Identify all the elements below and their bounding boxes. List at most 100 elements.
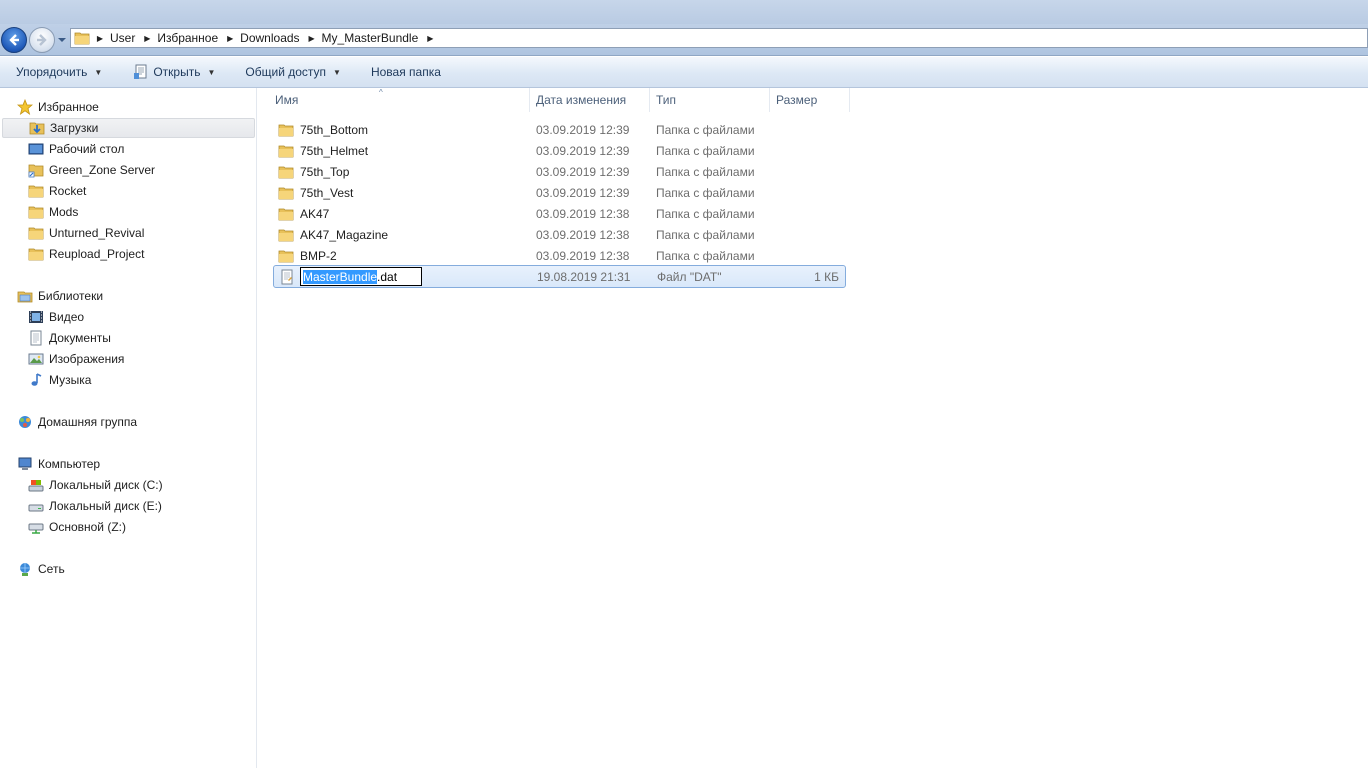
file-name: 75th_Vest [300,185,354,200]
sidebar-item-label: Видео [49,310,85,324]
file-date: 03.09.2019 12:38 [536,206,630,221]
breadcrumb-favorites[interactable]: Избранное [153,31,224,45]
column-label: Дата изменения [536,93,627,107]
sidebar-group-label: Библиотеки [38,289,104,303]
sidebar-item-rocket[interactable]: Rocket [28,181,86,201]
file-row[interactable]: AK47_Magazine 03.09.2019 12:38 Папка с ф… [273,224,846,245]
sidebar-item-label: Локальный диск (E:) [49,499,162,513]
file-date: 03.09.2019 12:39 [536,143,630,158]
breadcrumb-my-masterbundle[interactable]: My_MasterBundle [318,31,425,45]
file-name: AK47 [300,206,330,221]
sidebar-group-homegroup[interactable]: Домашняя группа [17,412,137,432]
file-row-selected[interactable]: MasterBundle .dat 19.08.2019 21:31 Файл "… [273,265,846,288]
video-icon [29,311,43,323]
sidebar-item-label: Green_Zone Server [49,163,156,177]
folder-icon [278,166,294,178]
sidebar-item-downloads[interactable]: Загрузки [2,118,255,138]
organize-button[interactable]: Упорядочить ▼ [9,60,109,84]
file-row[interactable]: 75th_Vest 03.09.2019 12:39 Папка с файла… [273,182,846,203]
chevron-down-icon: ▼ [207,67,216,77]
breadcrumb-downloads[interactable]: Downloads [236,31,305,45]
sidebar-item-label: Рабочий стол [49,142,125,156]
column-header-name[interactable]: ^ Имя [257,88,530,112]
column-label: Размер [776,93,818,107]
sidebar-item-documents[interactable]: Документы [28,328,111,348]
address-bar[interactable]: ▶ User ▶ Избранное ▶ Downloads ▶ My_Mast… [70,28,1368,48]
column-header-type[interactable]: Тип [650,88,770,112]
network-icon [20,563,30,576]
open-button[interactable]: Открыть ▼ [126,60,222,84]
file-type: Папка с файлами [656,248,755,263]
new-folder-button[interactable]: Новая папка [364,60,448,84]
sidebar-group-network[interactable]: Сеть [17,559,65,579]
share-button[interactable]: Общий доступ ▼ [238,60,348,84]
file-date: 03.09.2019 12:39 [536,164,630,179]
file-row[interactable]: 75th_Bottom 03.09.2019 12:39 Папка с фай… [273,119,846,140]
folder-icon [28,227,44,240]
dat-file-icon [281,269,293,284]
sidebar-item-label: Локальный диск (C:) [49,478,163,492]
sidebar-item-video[interactable]: Видео [28,307,84,327]
sidebar-item-mods[interactable]: Mods [28,202,78,222]
sidebar-item-music[interactable]: Музыка [28,370,91,390]
sidebar-item-reupload-project[interactable]: Reupload_Project [28,244,144,264]
sidebar-item-pictures[interactable]: Изображения [28,349,124,369]
file-type: Файл "DAT" [657,269,722,284]
file-row[interactable]: BMP-2 03.09.2019 12:38 Папка с файлами [273,245,846,266]
file-date: 03.09.2019 12:39 [536,122,630,137]
sidebar-group-label: Избранное [38,100,99,114]
file-row[interactable]: 75th_Top 03.09.2019 12:39 Папка с файлам… [273,161,846,182]
navigation-pane: Избранное Загрузки Рабочий стол Green_Zo… [0,88,257,768]
file-list: ^ Имя Дата изменения Тип Размер 75th_Bot… [257,88,1368,768]
sidebar-item-drive-e[interactable]: Локальный диск (E:) [28,496,162,516]
file-date: 19.08.2019 21:31 [537,269,631,284]
column-header-size[interactable]: Размер [770,88,850,112]
column-header-date[interactable]: Дата изменения [530,88,650,112]
arrow-left-icon [9,34,19,46]
breadcrumb-separator-icon[interactable]: ▶ [424,34,436,43]
sidebar-group-computer[interactable]: Компьютер [17,454,100,474]
file-type: Папка с файлами [656,185,755,200]
arrow-right-icon [37,34,47,46]
homegroup-icon [19,416,31,428]
file-name: AK47_Magazine [300,227,389,242]
file-type: Папка с файлами [656,122,755,137]
sidebar-group-label: Домашняя группа [38,415,138,429]
forward-button[interactable] [29,27,55,53]
back-button[interactable] [1,27,27,53]
sidebar-item-desktop[interactable]: Рабочий стол [28,139,124,159]
sidebar-group-libraries[interactable]: Библиотеки [17,286,103,306]
new-folder-label: Новая папка [370,65,441,79]
breadcrumb-separator-icon[interactable]: ▶ [224,34,236,43]
sidebar-item-label: Mods [49,205,79,219]
folder-icon [278,145,294,157]
file-date: 03.09.2019 12:38 [536,248,630,263]
open-document-icon [134,64,147,79]
file-type: Папка с файлами [656,206,755,221]
file-name: BMP-2 [300,248,337,263]
sidebar-item-unturned-revival[interactable]: Unturned_Revival [28,223,144,243]
sidebar-item-drive-z[interactable]: Основной (Z:) [28,517,126,537]
image-icon [28,353,44,365]
chevron-down-icon: ▼ [333,67,341,77]
breadcrumb-separator-icon[interactable]: ▶ [141,34,153,43]
sidebar-group-label: Сеть [38,562,65,576]
breadcrumb-separator-icon[interactable]: ▶ [94,34,106,43]
folder-icon [28,206,44,219]
rename-extension-text: .dat [377,269,398,284]
rename-input[interactable]: MasterBundle .dat [300,267,422,286]
folder-icon [28,248,44,261]
breadcrumb-separator-icon[interactable]: ▶ [306,34,318,43]
sidebar-item-drive-c[interactable]: Локальный диск (C:) [28,475,163,495]
sidebar-group-favorites[interactable]: Избранное [17,97,99,117]
column-label: Тип [656,93,677,107]
file-type: Папка с файлами [656,143,755,158]
sidebar-item-green-zone-server[interactable]: Green_Zone Server [28,160,155,180]
recent-pages-dropdown[interactable] [57,34,67,46]
sidebar-group-label: Компьютер [38,457,101,471]
file-row[interactable]: AK47 03.09.2019 12:38 Папка с файлами [273,203,846,224]
sidebar-item-label: Документы [49,331,111,345]
sidebar-item-label: Изображения [49,352,125,366]
file-row[interactable]: 75th_Helmet 03.09.2019 12:39 Папка с фай… [273,140,846,161]
breadcrumb-user[interactable]: User [106,31,141,45]
